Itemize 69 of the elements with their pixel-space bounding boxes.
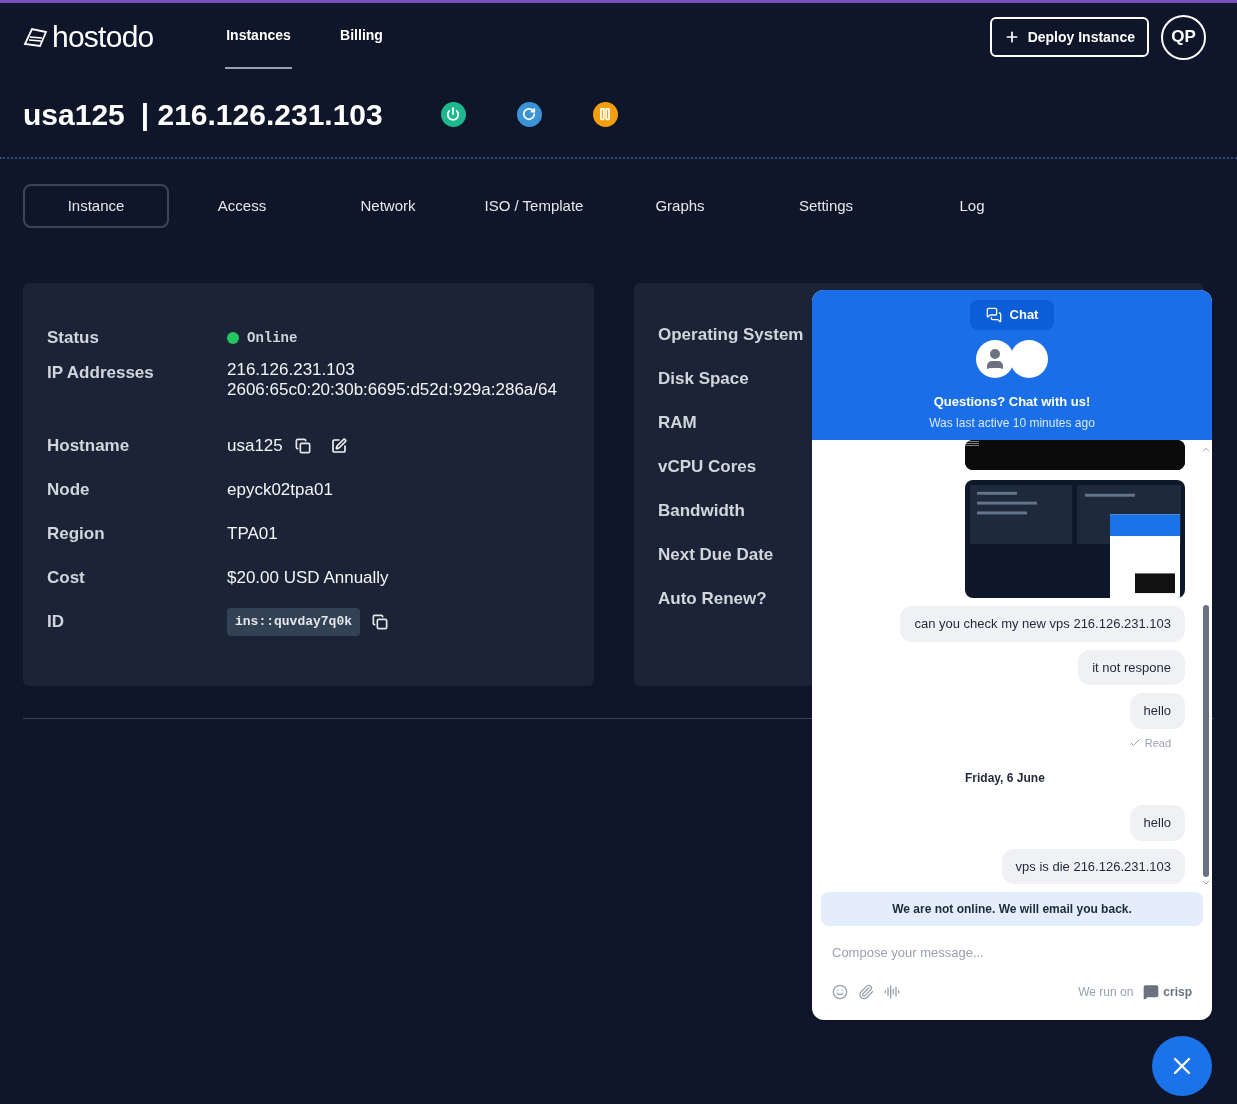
message-bubble: hello <box>1129 693 1185 729</box>
nav-link[interactable]: Billing <box>328 3 395 69</box>
spec-label: Operating System <box>658 324 804 346</box>
audio-icon[interactable] <box>884 984 900 1000</box>
read-receipt: Read <box>1128 734 1185 751</box>
spec-label: RAM <box>658 412 697 434</box>
user-avatar[interactable]: QP <box>1161 14 1206 60</box>
power-icon <box>446 107 461 121</box>
offline-notice: We are not online. We will email you back. <box>821 892 1203 926</box>
message-input[interactable]: Compose your message... <box>832 940 1192 964</box>
detail-label: Region <box>47 523 106 546</box>
tab[interactable]: Settings <box>753 184 899 228</box>
detail-value: epyck02tpa01 <box>227 479 333 502</box>
tab[interactable]: Network <box>315 184 461 228</box>
detail-label: Hostname <box>47 435 131 458</box>
detail-value: usa125 <box>227 435 283 458</box>
chat-bubbles-icon <box>985 307 1002 323</box>
attachment-icon[interactable] <box>858 984 874 1000</box>
date-separator: Friday, 6 June <box>965 770 1045 787</box>
ip-address: 216.126.231.103 <box>227 360 356 380</box>
message-bubble: hello <box>1129 805 1185 841</box>
power-button[interactable] <box>440 101 466 127</box>
ip-address: 2606:65c0:20:30b:6695:d52d:929a:286a/64 <box>227 380 557 400</box>
spec-label: Next Due Date <box>658 544 774 566</box>
crisp-link[interactable]: crisp <box>1143 983 1192 1001</box>
pause-icon <box>598 107 613 121</box>
company-avatar <box>1010 340 1048 378</box>
pause-button[interactable] <box>592 101 618 127</box>
copy-icon[interactable] <box>372 614 389 630</box>
detail-label: Cost <box>47 567 86 590</box>
operator-avatar <box>976 340 1014 378</box>
tab[interactable]: Access <box>169 184 315 228</box>
chat-title: Questions? Chat with us! <box>933 393 1091 411</box>
copy-icon[interactable] <box>294 438 311 454</box>
tab[interactable]: ISO / Template <box>461 184 607 228</box>
chat-subtitle: Was last active 10 minutes ago <box>929 414 1095 432</box>
spec-label: Bandwidth <box>658 500 745 522</box>
crisp-logo-icon <box>1143 984 1160 1000</box>
detail-value: TPA01 <box>227 523 278 546</box>
logo-icon <box>22 26 48 48</box>
detail-label: Node <box>47 479 91 502</box>
spec-label: Auto Renew? <box>658 588 767 610</box>
instance-ip: | 216.126.231.103 <box>140 96 383 133</box>
chat-tab[interactable]: Chat <box>969 300 1055 330</box>
instance-hostname: usa125 <box>23 96 125 133</box>
message-bubble: vps is die 216.126.231.103 <box>1001 848 1185 884</box>
restart-icon <box>522 107 537 121</box>
detail-label: ID <box>47 611 65 634</box>
id-code: ins::quvday7q0k <box>227 608 361 636</box>
nav-link[interactable]: Instances <box>225 3 292 69</box>
edit-icon[interactable] <box>330 438 347 454</box>
scrollbar-thumb[interactable] <box>1203 605 1209 877</box>
logo-text[interactable]: hostodo <box>52 22 154 52</box>
close-chat-button[interactable] <box>1152 1036 1212 1096</box>
detail-label: IP Addresses <box>47 362 155 384</box>
status-text: Online <box>247 328 298 348</box>
tab[interactable]: Log <box>899 184 1045 228</box>
emoji-icon[interactable] <box>832 984 848 1000</box>
powered-by-text: We run on <box>1078 984 1134 1001</box>
detail-value: $20.00 USD Annually <box>227 567 389 590</box>
deploy-instance-button[interactable]: Deploy Instance <box>989 17 1149 57</box>
restart-button[interactable] <box>516 101 542 127</box>
message-bubble: it not respone <box>1078 649 1185 685</box>
detail-label: Status <box>47 327 100 350</box>
tab[interactable]: Graphs <box>607 184 753 228</box>
spec-label: Disk Space <box>658 368 749 390</box>
tab[interactable]: Instance <box>23 184 169 228</box>
message-bubble: can you check my new vps 216.126.231.103 <box>900 606 1185 642</box>
spec-label: vCPU Cores <box>658 456 757 478</box>
